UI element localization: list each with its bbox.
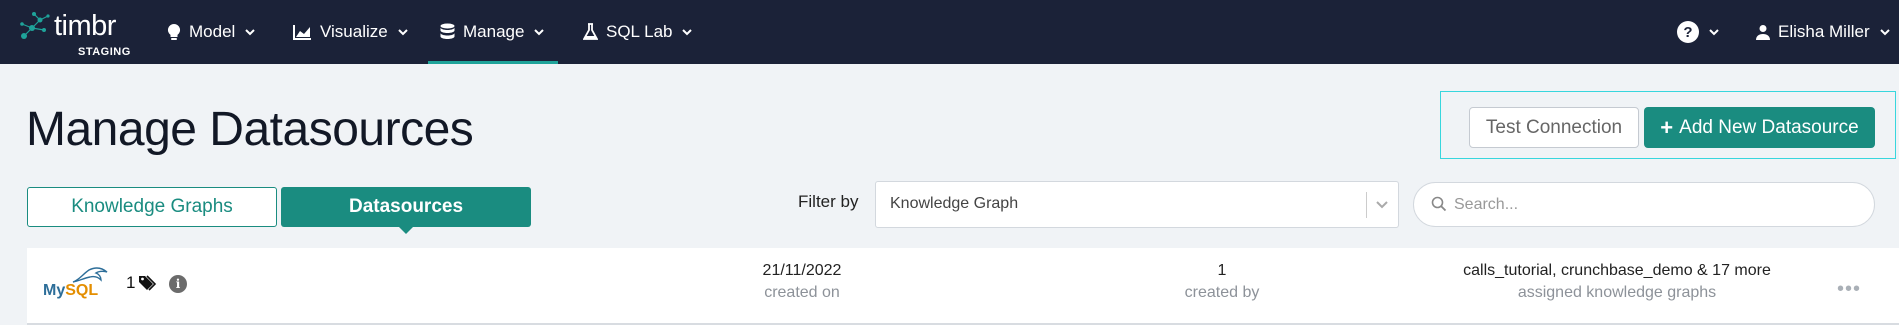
brand-name: timbr [54, 10, 116, 42]
assigned-graphs-cell: calls_tutorial, crunchbase_demo & 17 mor… [1407, 262, 1827, 302]
nav-item-label: Model [189, 22, 236, 41]
page-title: Manage Datasources [26, 103, 474, 156]
lightbulb-icon [167, 23, 181, 40]
user-menu[interactable]: Elisha Miller [1756, 0, 1892, 64]
tags-icon[interactable] [138, 274, 158, 292]
help-icon: ? [1677, 21, 1699, 43]
created-on-value: 21/11/2022 [762, 262, 842, 279]
user-name: Elisha Miller [1778, 22, 1870, 41]
tab-knowledge-graphs[interactable]: Knowledge Graphs [27, 187, 277, 227]
mysql-logo: MySQL [43, 266, 113, 302]
nav-item-visualize[interactable]: Visualize [293, 0, 410, 64]
environment-label: STAGING [78, 46, 131, 58]
logo-molecule-icon [20, 12, 50, 39]
assigned-graphs-value: calls_tutorial, crunchbase_demo & 17 mor… [1463, 262, 1771, 279]
mysql-wordmark: MySQL [43, 282, 99, 299]
created-by-value: 1 [1217, 262, 1227, 279]
nav-item-model[interactable]: Model [167, 0, 257, 64]
more-options-icon[interactable]: ••• [1837, 278, 1861, 301]
top-nav: timbr STAGING Model Visualize Manage SQL… [0, 0, 1899, 64]
chevron-down-icon [534, 29, 545, 36]
datasource-row[interactable]: MySQL 1 i 21/11/2022 created on 1 create… [27, 248, 1899, 325]
info-icon[interactable]: i [169, 275, 187, 293]
help-menu[interactable]: ? [1677, 0, 1721, 64]
filter-label: Filter by [798, 192, 859, 211]
chevron-down-icon[interactable] [1374, 196, 1390, 212]
filter-selected-value: Knowledge Graph [890, 195, 1019, 212]
flask-icon [583, 23, 598, 40]
chart-icon [293, 25, 311, 40]
chevron-down-icon [245, 29, 256, 36]
tag-count: 1 [126, 273, 136, 292]
database-icon [440, 23, 455, 39]
chevron-down-icon [398, 29, 408, 36]
timbr-logo[interactable]: timbr STAGING [18, 8, 138, 58]
search-input[interactable] [1454, 193, 1854, 217]
nav-item-label: Manage [463, 22, 525, 41]
created-on-label: created on [764, 284, 840, 301]
chevron-down-icon [1879, 29, 1890, 36]
chevron-down-icon [682, 29, 693, 36]
add-new-datasource-button[interactable]: + Add New Datasource [1644, 107, 1875, 148]
knowledge-graph-filter-select[interactable]: Knowledge Graph [875, 181, 1399, 228]
search-icon [1431, 196, 1447, 212]
nav-item-manage[interactable]: Manage [427, 0, 559, 64]
tab-datasources[interactable]: Datasources [281, 187, 531, 234]
nav-item-label: SQL Lab [606, 22, 673, 41]
created-by-cell: 1 created by [1117, 262, 1327, 302]
add-new-datasource-label: Add New Datasource [1679, 116, 1859, 138]
select-divider [1366, 192, 1367, 218]
plus-icon: + [1660, 114, 1674, 140]
user-icon [1756, 25, 1770, 40]
test-connection-button[interactable]: Test Connection [1469, 107, 1639, 148]
nav-item-label: Visualize [320, 22, 388, 41]
assigned-graphs-label: assigned knowledge graphs [1517, 284, 1717, 301]
created-by-label: created by [1184, 284, 1260, 301]
search-box [1413, 182, 1875, 227]
created-on-cell: 21/11/2022 created on [697, 262, 907, 302]
nav-item-sql-lab[interactable]: SQL Lab [583, 0, 694, 64]
chevron-down-icon [1709, 29, 1719, 36]
